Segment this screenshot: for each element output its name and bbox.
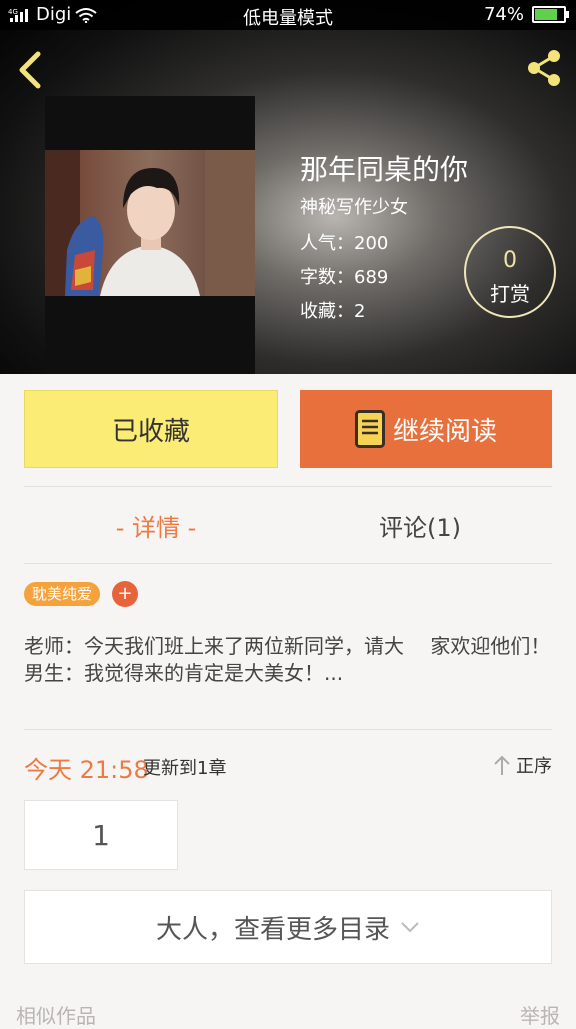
synopsis-line: 老师：今天我们班上来了两位新同学，请大 家欢迎他们！ [24, 634, 551, 658]
add-tag-button[interactable]: + [112, 581, 138, 607]
chevron-down-icon [401, 922, 419, 933]
more-chapters-label: 大人，查看更多目录 [155, 914, 390, 945]
report-link[interactable]: 举报 [520, 1000, 560, 1029]
status-bar: 4G Digi 低电量模式 74% [0, 0, 576, 30]
book-header: 4G Digi 低电量模式 74% 那年同桌的你 神秘写作少女 人气：200 字… [0, 0, 576, 374]
favorited-label: 已收藏 [111, 416, 190, 447]
favorites-stat: 收藏：2 [300, 301, 366, 322]
reward-button[interactable]: 0 打赏 [464, 226, 556, 318]
book-icon [354, 410, 385, 448]
book-cover[interactable] [45, 96, 255, 374]
update-time: 今天 21:58 [24, 756, 149, 784]
reward-label: 打赏 [490, 282, 530, 306]
update-status: 更新到1章 [143, 758, 227, 779]
synopsis[interactable]: 老师：今天我们班上来了两位新同学，请大 家欢迎他们！ 男生：我觉得来的肯定是大美… [24, 633, 552, 687]
status-right: 74% [483, 4, 569, 25]
synopsis-line: 男生：我觉得来的肯定是大美女！... [24, 661, 344, 685]
reward-count: 0 [503, 248, 517, 273]
sort-order-button[interactable]: 正序 [492, 752, 552, 778]
sort-order-label: 正序 [516, 756, 552, 777]
tab-comments[interactable]: 评论(1) [288, 508, 552, 543]
continue-reading-button[interactable]: 继续阅读 [300, 390, 552, 468]
continue-reading-label: 继续阅读 [392, 416, 497, 447]
divider [24, 563, 552, 564]
favorited-button[interactable]: 已收藏 [24, 390, 278, 468]
chevron-left-icon [19, 51, 41, 89]
more-chapters-button[interactable]: 大人，查看更多目录 [24, 890, 552, 964]
chapter-page-button[interactable]: 1 [24, 800, 178, 870]
divider [24, 729, 552, 730]
plus-icon: + [117, 583, 133, 604]
tab-detail[interactable]: - 详情 - [24, 508, 288, 543]
similar-works-heading: 相似作品 [16, 1004, 96, 1028]
battery-level [535, 9, 558, 20]
share-button[interactable] [522, 46, 566, 90]
battery-icon [532, 6, 569, 23]
cover-photo [45, 150, 255, 296]
share-icon [528, 50, 560, 86]
arrow-up-icon [494, 755, 510, 775]
popularity-stat: 人气：200 [300, 233, 389, 254]
book-title: 那年同桌的你 [300, 153, 469, 186]
battery-percent: 74% [483, 4, 524, 25]
word-count-stat: 字数：689 [300, 267, 389, 288]
book-author[interactable]: 神秘写作少女 [300, 193, 408, 219]
genre-tag[interactable]: 耽美纯爱 [24, 582, 101, 606]
divider [24, 486, 552, 487]
back-button[interactable] [14, 48, 48, 92]
chapter-page-number: 1 [92, 818, 110, 852]
